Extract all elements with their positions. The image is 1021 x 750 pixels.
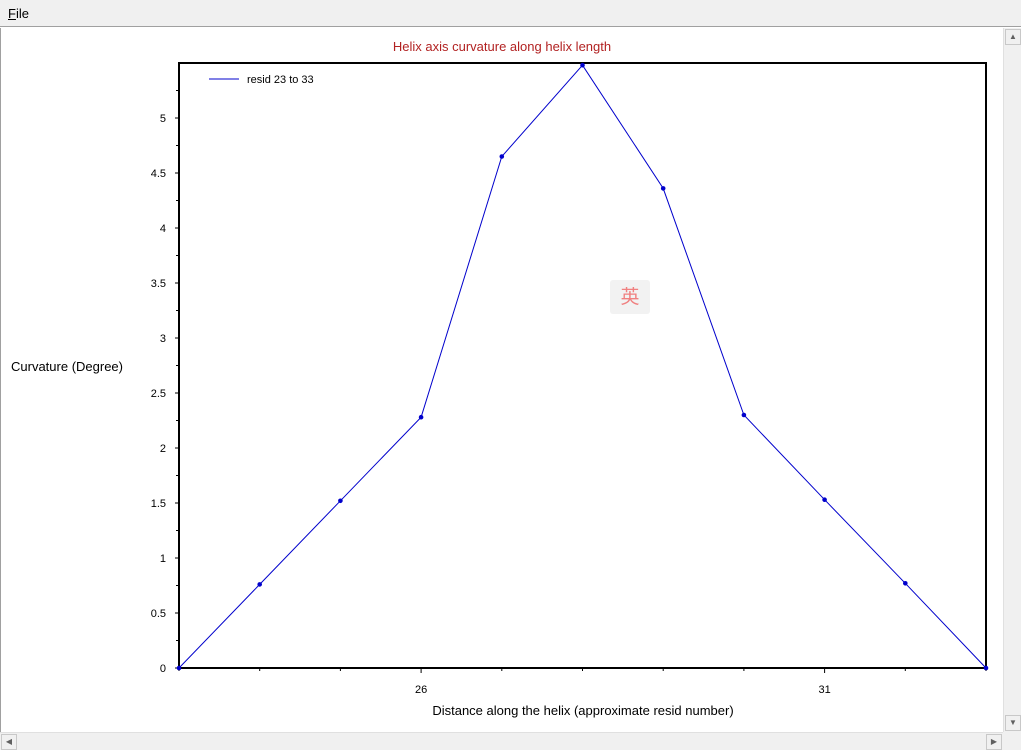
x-axis-title: Distance along the helix (approximate re…: [432, 703, 733, 718]
y-tick-label: 1.5: [151, 498, 166, 510]
scroll-down-icon[interactable]: ▼: [1005, 715, 1021, 731]
y-tick-label: 0: [160, 663, 166, 675]
data-point: [903, 581, 908, 586]
chart-frame: Helix axis curvature along helix length …: [0, 28, 1003, 732]
menu-bar: File: [0, 0, 1021, 27]
y-tick-label: 5: [160, 113, 166, 125]
y-tick-label: 2.5: [151, 388, 166, 400]
data-point: [418, 414, 424, 420]
scroll-up-icon[interactable]: ▲: [1005, 29, 1021, 45]
y-tick-label: 1: [160, 553, 166, 565]
scroll-left-icon[interactable]: ◀: [1, 734, 17, 750]
y-tick-label: 0.5: [151, 608, 166, 620]
chart-title: Helix axis curvature along helix length: [393, 39, 611, 54]
data-point: [822, 497, 827, 503]
plot-area-border: [178, 62, 987, 669]
horizontal-scrollbar[interactable]: ◀ ▶: [0, 732, 1003, 750]
series-line: [178, 64, 987, 669]
series-layer: [176, 62, 989, 671]
y-tick-label: 4.5: [151, 168, 166, 180]
data-point: [660, 186, 666, 191]
data-point: [257, 582, 263, 587]
y-axis-ticks: 0 0.5 1 1.5 2 2.5 3 3.5 4 4.5 5: [151, 90, 179, 675]
y-tick-label: 4: [160, 223, 166, 235]
x-axis-ticks: 26 31: [178, 668, 987, 696]
menu-file[interactable]: File: [8, 6, 29, 21]
vertical-scrollbar[interactable]: ▲ ▼: [1003, 28, 1021, 732]
y-tick-label: 3: [160, 333, 166, 345]
y-tick-label: 3.5: [151, 278, 166, 290]
y-tick-label: 2: [160, 443, 166, 455]
data-point: [983, 665, 989, 671]
legend-label: resid 23 to 33: [247, 74, 314, 86]
x-tick-label: 26: [415, 684, 427, 696]
data-point: [580, 62, 585, 68]
scroll-corner: [1003, 732, 1021, 750]
data-point: [741, 412, 747, 418]
plot-canvas: Helix axis curvature along helix length …: [11, 39, 989, 718]
x-tick-label: 31: [818, 684, 830, 696]
y-axis-title: Curvature (Degree): [11, 359, 123, 374]
scroll-right-icon[interactable]: ▶: [986, 734, 1002, 750]
legend: resid 23 to 33: [209, 74, 314, 86]
data-point: [176, 665, 182, 671]
data-point: [499, 154, 505, 159]
ime-indicator[interactable]: 英: [610, 280, 650, 314]
data-point: [338, 498, 343, 504]
